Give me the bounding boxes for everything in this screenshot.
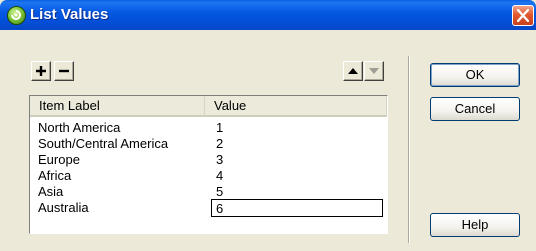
- value-cell: 1: [216, 120, 224, 135]
- value-cell: 5: [216, 184, 224, 199]
- value-edit-field[interactable]: [211, 199, 383, 217]
- ok-button[interactable]: OK: [430, 63, 520, 87]
- arrow-down-icon: [369, 68, 379, 74]
- separator: [408, 56, 410, 243]
- minus-icon: [59, 69, 69, 73]
- item-label-cell: Asia: [38, 184, 64, 199]
- item-label-cell: Australia: [38, 200, 89, 215]
- item-label-cell: Europe: [38, 152, 80, 167]
- title-bar: List Values: [0, 0, 536, 30]
- table-row[interactable]: Australia: [30, 199, 387, 217]
- cancel-button[interactable]: Cancel: [430, 97, 520, 121]
- column-header-value[interactable]: Value: [205, 96, 387, 117]
- window-title: List Values: [30, 6, 109, 23]
- column-header-item-label[interactable]: Item Label: [30, 96, 205, 117]
- remove-item-button[interactable]: [54, 61, 74, 81]
- value-cell: 2: [216, 136, 224, 151]
- table-row[interactable]: North America 1: [30, 120, 387, 136]
- item-label-cell: South/Central America: [38, 136, 169, 151]
- item-label-cell: Africa: [38, 168, 72, 183]
- table-row[interactable]: Asia 5: [30, 184, 387, 200]
- values-grid[interactable]: Item Label Value North America 1 South/C…: [29, 95, 388, 234]
- value-cell: 3: [216, 152, 224, 167]
- move-down-button[interactable]: [364, 61, 384, 81]
- item-label-cell: North America: [38, 120, 121, 135]
- value-cell: 4: [216, 168, 224, 183]
- close-button[interactable]: [512, 5, 534, 26]
- arrow-up-icon: [348, 68, 358, 74]
- move-up-button[interactable]: [343, 61, 363, 81]
- table-row[interactable]: South/Central America 2: [30, 136, 387, 152]
- help-button[interactable]: Help: [430, 213, 520, 237]
- grid-header: Item Label Value: [30, 96, 387, 117]
- close-icon: [517, 9, 529, 22]
- dreamweaver-app-icon: [7, 6, 26, 25]
- add-item-button[interactable]: [31, 61, 51, 81]
- plus-icon: [36, 66, 46, 76]
- table-row[interactable]: Europe 3: [30, 152, 387, 168]
- table-row[interactable]: Africa 4: [30, 168, 387, 184]
